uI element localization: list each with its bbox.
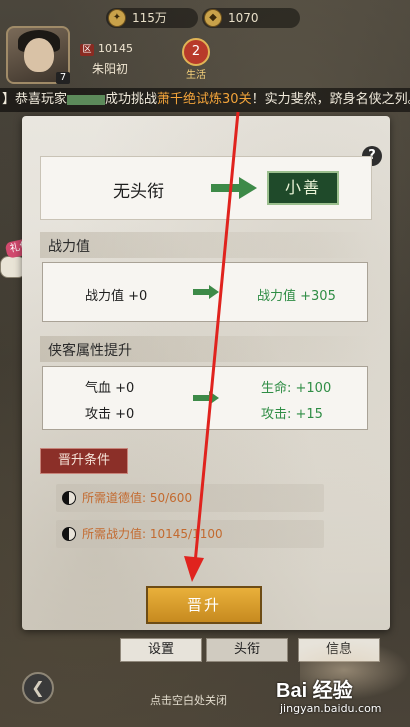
arrow-right-icon [193, 391, 219, 405]
coin-icon: ✦ [108, 9, 126, 27]
watermark-url: jingyan.baidu.com [280, 702, 382, 715]
player-name: 朱阳初 [92, 62, 129, 76]
arrow-right-icon [193, 285, 219, 299]
yin-yang-icon [62, 527, 76, 541]
vip-level: 2 [182, 38, 210, 66]
announcement-marquee: 】恭喜玩家 成功挑战萧千绝试炼30关！实力斐然，跻身名侠之列。 [0, 88, 410, 112]
tab-title[interactable]: 头衔 [206, 638, 288, 662]
back-arrow-icon[interactable]: ❮ [22, 672, 54, 704]
tab-settings[interactable]: 设置 [120, 638, 202, 662]
vip-badge[interactable]: 2 生活 [176, 34, 216, 82]
current-title: 无头衔 [113, 182, 164, 202]
combat-next: 战力值 +305 [257, 289, 336, 304]
required-power-row: 所需战力值: 10145/1100 [56, 520, 324, 548]
required-moral-row: 所需道德值: 50/600 [56, 484, 324, 512]
promote-button[interactable]: 晋升 [146, 586, 262, 624]
id-tag-icon: 区 [80, 44, 94, 56]
title-compare-box: 无头衔 小善 [40, 156, 372, 220]
watermark: Bai 经验 jingyan.baidu.com [276, 672, 406, 722]
arrow-right-icon [211, 177, 257, 199]
hp-current: 气血 +0 [85, 381, 135, 396]
attack-current: 攻击 +0 [85, 407, 135, 422]
yin-yang-icon [62, 491, 76, 505]
title-promotion-panel: ? 无头衔 小善 战力值 战力值 +0 战力值 +305 侠客属性提升 气血 +… [22, 116, 390, 630]
redacted-name [67, 94, 106, 105]
promotion-conditions-label: 晋升条件 [40, 448, 128, 474]
silver-value: 115万 [132, 11, 167, 25]
player-id: 区 10145 [80, 42, 133, 56]
attribute-stat-box: 气血 +0 生命: +100 攻击 +0 攻击: +15 [42, 366, 368, 430]
watermark-logo: Bai 经验 [276, 680, 353, 702]
combat-current: 战力值 +0 [85, 289, 148, 304]
silver-resource[interactable]: ✦ 115万 [106, 8, 198, 28]
hp-next: 生命: +100 [261, 381, 332, 396]
player-level: 7 [56, 72, 70, 84]
attack-next: 攻击: +15 [261, 407, 323, 422]
vip-label: 生活 [186, 70, 206, 81]
gold-resource[interactable]: ◆ 1070 [202, 8, 300, 28]
combat-section-label: 战力值 [48, 239, 90, 255]
close-hint[interactable]: 点击空白处关闭 [150, 692, 227, 708]
next-title: 小善 [267, 171, 339, 205]
attribute-section-label: 侠客属性提升 [48, 343, 132, 359]
combat-stat-box: 战力值 +0 战力值 +305 [42, 262, 368, 322]
ingot-icon: ◆ [204, 9, 222, 27]
gold-value: 1070 [228, 11, 259, 25]
